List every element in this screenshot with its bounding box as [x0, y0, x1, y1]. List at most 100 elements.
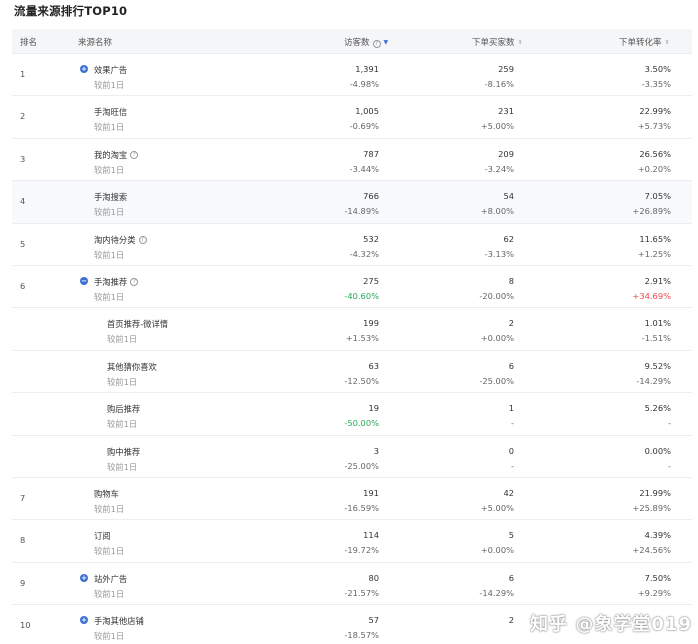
compare-label: 较前1日 [94, 122, 125, 133]
conversion-change: - [668, 418, 671, 429]
compare-label: 较前1日 [107, 461, 138, 472]
table-row[interactable]: 4 手淘搜索 较前1日 766 -14.89% 54 +8.00% 7.05% … [12, 180, 692, 223]
visitors-change: -50.00% [344, 418, 379, 429]
conversion-change: +5.73% [637, 121, 671, 132]
visitors-cell: 787 -3.44% [350, 149, 379, 174]
sort-icon[interactable]: ⬍ [665, 39, 670, 46]
conversion-change: +25.89% [632, 502, 671, 513]
source-name-wrap: 手淘推荐? [94, 276, 139, 288]
table-row[interactable]: 购后推荐 较前1日 19 -50.00% 1 - 5.26% - [12, 392, 692, 434]
col-visitors-header[interactable]: 访客数? ▼ [344, 36, 388, 48]
table-row[interactable]: 8 订阅 较前1日 114 -19.72% 5 +0.00% 4.39% +24… [12, 519, 692, 561]
compare-label: 较前1日 [107, 334, 138, 345]
col-conversion-header[interactable]: 下单转化率 ⬍ [619, 36, 670, 48]
conversion-value: 26.56% [639, 148, 671, 159]
table-row[interactable]: 3 我的淘宝? 较前1日 787 -3.44% 209 -3.24% 26.56… [12, 137, 692, 180]
source-name: 效果广告 [94, 65, 128, 75]
sort-desc-icon[interactable]: ▼ [384, 39, 389, 46]
source-name-wrap: 手淘其他店铺 [94, 615, 144, 627]
conversion-value: 22.99% [639, 106, 671, 117]
source-cell: 手淘其他店铺 较前1日 [94, 615, 144, 642]
conversion-value: 3.50% [644, 64, 671, 74]
visitors-value: 1,005 [355, 106, 379, 117]
buyers-change: - [511, 460, 514, 471]
table-row[interactable]: 其他猜你喜欢 较前1日 63 -12.50% 6 -25.00% 9.52% -… [12, 349, 692, 392]
visitors-value: 191 [363, 487, 379, 498]
col-conversion-label: 下单转化率 [619, 38, 662, 48]
compare-label: 较前1日 [94, 588, 125, 599]
expand-icon[interactable]: + [80, 573, 88, 582]
buyers-value: 54 [503, 191, 514, 202]
sort-icon[interactable]: ⬍ [518, 39, 523, 46]
table-row[interactable]: 7 购物车 较前1日 191 -16.59% 42 +5.00% 21.99% … [12, 476, 692, 519]
visitors-value: 80 [368, 572, 379, 583]
compare-label: 较前1日 [94, 631, 125, 642]
col-buyers-header[interactable]: 下单买家数 ⬍ [472, 36, 523, 48]
source-cell: 站外广告 较前1日 [94, 573, 127, 600]
buyers-change: -14.29% [479, 587, 514, 598]
buyers-value: 8 [508, 275, 514, 286]
expand-icon[interactable]: + [80, 65, 88, 73]
source-name-wrap: 手淘旺信 [94, 106, 127, 118]
conversion-cell: 21.99% +25.89% [632, 488, 671, 513]
source-name-wrap: 我的淘宝? [94, 149, 139, 161]
help-icon[interactable]: ? [138, 235, 147, 244]
visitors-value: 1,391 [355, 64, 379, 74]
buyers-change: +8.00% [480, 206, 514, 217]
page-title: 流量来源排行TOP10 [14, 4, 128, 18]
source-name: 淘内待分类 [94, 234, 136, 245]
visitors-cell: 191 -16.59% [344, 488, 379, 513]
rank-cell: 8 [20, 535, 26, 546]
source-name-wrap: 订阅 [94, 530, 124, 542]
buyers-cell: 0 - [509, 446, 514, 471]
buyers-change: +5.00% [480, 121, 514, 132]
table-row[interactable]: 6 − 手淘推荐? 较前1日 275 -40.60% 8 -20.00% 2.91… [12, 264, 692, 307]
buyers-change: -3.24% [484, 163, 514, 174]
table-row[interactable]: 首页推荐-微详情 较前1日 199 +1.53% 2 +0.00% 1.01% … [12, 307, 692, 349]
buyers-cell: 42 +5.00% [481, 488, 514, 513]
conversion-value: 5.26% [644, 403, 671, 414]
buyers-cell: 5 +0.00% [481, 530, 514, 555]
source-cell: 手淘推荐? 较前1日 [94, 276, 139, 303]
conversion-change: -14.29% [636, 375, 671, 386]
conversion-value: 7.50% [644, 572, 671, 583]
source-name-wrap: 效果广告 [94, 64, 127, 76]
buyers-change: -3.13% [484, 248, 514, 259]
conversion-change: +9.29% [637, 587, 671, 598]
source-cell: 其他猜你喜欢 较前1日 [107, 361, 157, 388]
source-cell: 手淘旺信 较前1日 [94, 106, 127, 133]
help-icon[interactable]: ? [372, 40, 381, 48]
buyers-change: - [511, 418, 514, 429]
buyers-value: 6 [508, 572, 514, 583]
visitors-cell: 114 -19.72% [344, 530, 379, 555]
table-row[interactable]: 购中推荐 较前1日 3 -25.00% 0 - 0.00% - [12, 434, 692, 477]
source-name-wrap: 其他猜你喜欢 [107, 361, 157, 373]
help-icon[interactable]: ? [130, 277, 139, 286]
col-visitors-label: 访客数 [344, 38, 370, 48]
table-row[interactable]: 9 + 站外广告 较前1日 80 -21.57% 6 -14.29% 7.50% … [12, 561, 692, 604]
conversion-cell: 3.50% -3.35% [642, 64, 671, 89]
source-cell: 订阅 较前1日 [94, 530, 124, 557]
buyers-cell: 6 -14.29% [479, 573, 514, 598]
table-row[interactable]: 2 手淘旺信 较前1日 1,005 -0.69% 231 +5.00% 22.9… [12, 95, 692, 137]
visitors-change: -12.50% [344, 375, 379, 386]
conversion-cell: 7.05% +26.89% [632, 191, 671, 216]
buyers-cell: 259 -8.16% [485, 64, 514, 89]
source-name-wrap: 购后推荐 [107, 403, 140, 415]
visitors-cell: 1,005 -0.69% [350, 106, 379, 131]
conversion-cell: 22.99% +5.73% [638, 106, 671, 131]
buyers-change: -20.00% [479, 290, 514, 301]
source-name-wrap: 站外广告 [94, 573, 127, 585]
expand-icon[interactable]: + [80, 616, 88, 625]
table-row[interactable]: 1 + 效果广告 较前1日 1,391 -4.98% 259 -8.16% 3.5… [12, 53, 692, 95]
rank-cell: 7 [20, 492, 26, 503]
visitors-cell: 19 -50.00% [344, 403, 379, 428]
table-row[interactable]: 5 淘内待分类? 较前1日 532 -4.32% 62 -3.13% 11.65… [12, 222, 692, 265]
conversion-change: +0.20% [637, 163, 671, 174]
compare-label: 较前1日 [94, 164, 125, 175]
help-icon[interactable]: ? [130, 150, 139, 159]
visitors-change: -25.00% [344, 460, 379, 471]
rank-cell: 3 [20, 153, 26, 164]
collapse-icon[interactable]: − [80, 276, 88, 285]
source-name-wrap: 手淘搜索 [94, 191, 127, 203]
